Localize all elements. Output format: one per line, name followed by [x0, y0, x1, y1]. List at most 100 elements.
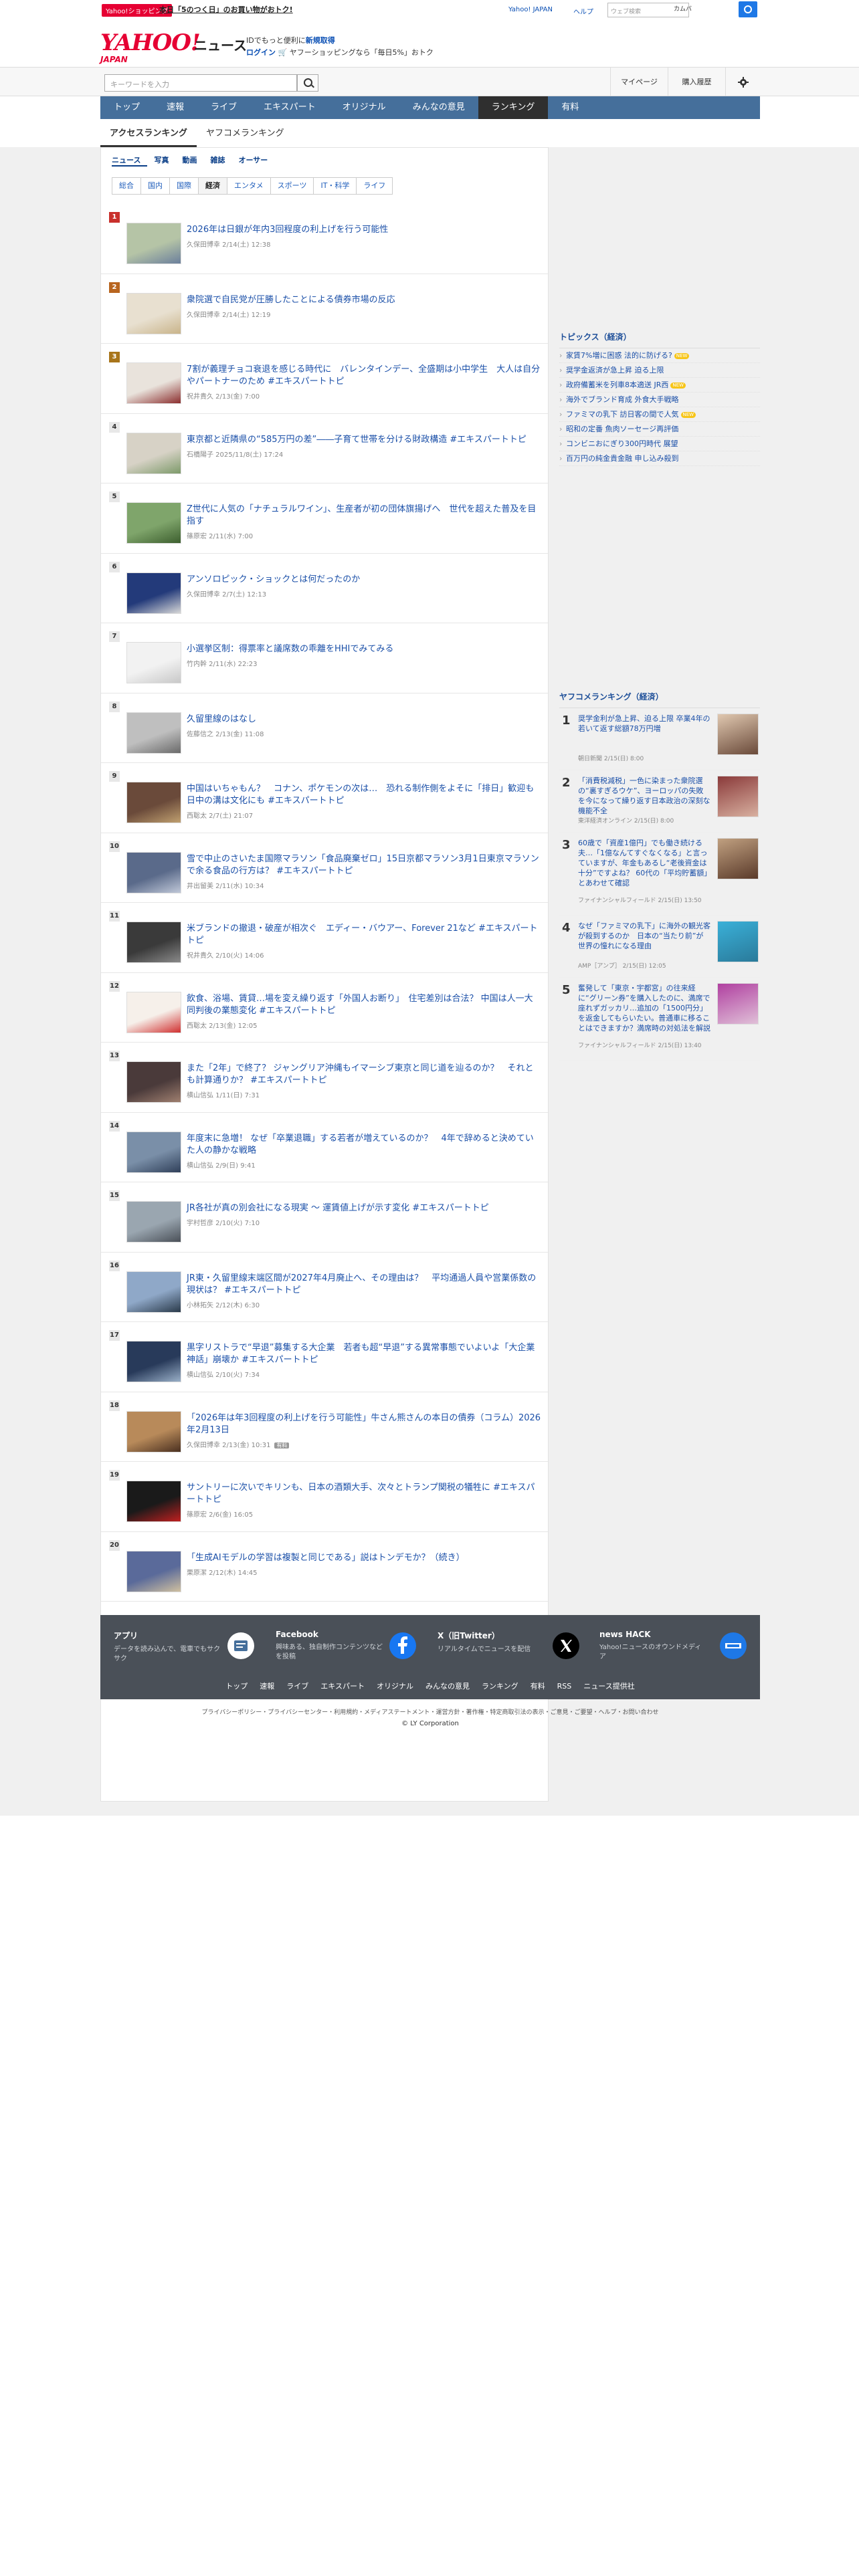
article-thumbnail[interactable] — [126, 1410, 181, 1453]
footer-link[interactable]: オリジナル — [377, 1682, 413, 1691]
genre-domestic[interactable]: 国内 — [140, 177, 170, 195]
ranking-item[interactable]: 5 Z世代に人気の「ナチュラルワイン」、生産者が初の団体旗揚げへ 世代を超えた普及… — [101, 484, 548, 554]
news-section-title[interactable]: ニュース — [194, 35, 247, 54]
web-search-button[interactable] — [739, 1, 757, 17]
ranking-item[interactable]: 9 中国はいちゃもん？ コナン、ポケモンの次は… 恐れる制作側をよそに「排日」歓迎… — [101, 763, 548, 833]
article-title[interactable]: 東京都と近隣県の“585万円の差”――子育て世帯を分ける財政構造 #エキスパート… — [187, 434, 541, 446]
ranking-item[interactable]: 12 飲食、浴場、賃貸…場を変え繰り返す「外国人お断り」 住宅差別は合法？ 中国は… — [101, 973, 548, 1043]
purchase-history-link[interactable]: 購入履歴 — [668, 68, 725, 97]
article-thumbnail[interactable] — [126, 572, 181, 614]
ranking-item[interactable]: 17 黒字リストラで“早退”募集する大企業 若者も超“早退”する異常事態でいよいよ… — [101, 1322, 548, 1392]
article-title[interactable]: JR各社が真の別会社になる現実 〜 運賃値上げが示す変化 #エキスパートトピ — [187, 1202, 541, 1214]
nav-top[interactable]: トップ — [100, 96, 153, 119]
tab-video[interactable]: 動画 — [182, 154, 203, 167]
nav-breaking[interactable]: 速報 — [153, 96, 197, 119]
article-thumbnail[interactable] — [126, 851, 181, 893]
ranking-item[interactable]: 14 年度末に急増！ なぜ「卒業退職」する若者が増えているのか？ 4年で辞めると決… — [101, 1113, 548, 1182]
comment-article-title[interactable]: 60歳で「資産1億円」でも働き続ける夫…「1億なんてすぐなくなる」と言っています… — [578, 838, 710, 888]
footer-link[interactable]: みんなの意見 — [425, 1682, 470, 1691]
nav-paid[interactable]: 有料 — [548, 96, 592, 119]
nav-original[interactable]: オリジナル — [329, 96, 399, 119]
article-title[interactable]: 小選挙区制：得票率と議席数の乖離をHHIでみてみる — [187, 643, 541, 655]
yahoo-logo[interactable]: YAHOO! — [100, 29, 201, 56]
ranking-item[interactable]: 8 久留里線のはなし 佐藤信之 2/13(金) 11:08 — [101, 693, 548, 763]
article-title[interactable]: 7割が義理チョコ衰退を感じる時代に バレンタインデー、全盛期は小中学生 大人は自… — [187, 364, 541, 388]
nav-ranking[interactable]: ランキング — [478, 96, 549, 119]
article-thumbnail[interactable] — [126, 712, 181, 754]
topic-item[interactable]: 昭和の定番 魚肉ソーセージ再評価 — [559, 422, 760, 437]
tab-access-ranking[interactable]: アクセスランキング — [100, 120, 197, 147]
article-title[interactable]: 2026年は日銀が年内3回程度の利上げを行う可能性 — [187, 224, 541, 236]
nav-live[interactable]: ライブ — [197, 96, 250, 119]
article-thumbnail[interactable] — [126, 432, 181, 474]
legal-links[interactable]: プライバシーポリシー・プライバシーセンター・利用規約・メディアステートメント・運… — [100, 1707, 760, 1716]
tab-photo[interactable]: 写真 — [154, 154, 175, 167]
topic-item[interactable]: 政府備蓄米を列車8本適送 JR西NEW — [559, 378, 760, 393]
article-thumbnail[interactable] — [126, 1131, 181, 1173]
footer-link[interactable]: エキスパート — [320, 1682, 365, 1691]
article-thumbnail[interactable] — [126, 1550, 181, 1592]
genre-sports[interactable]: スポーツ — [270, 177, 314, 195]
settings-button[interactable] — [725, 68, 760, 97]
genre-it-science[interactable]: IT・科学 — [313, 177, 357, 195]
article-title[interactable]: 中国はいちゃもん？ コナン、ポケモンの次は… 恐れる制作側をよそに「排日」歓迎も… — [187, 783, 543, 807]
comment-ranking-item[interactable]: 3 60歳で「資産1億円」でも働き続ける夫…「1億なんてすぐなくなる」と言っていま… — [559, 833, 760, 916]
ranking-item[interactable]: 3 7割が義理チョコ衰退を感じる時代に バレンタインデー、全盛期は小中学生 大人は… — [101, 344, 548, 414]
article-title[interactable]: サントリーに次いでキリンも、日本の酒類大手、次々とトランプ関税の犠牲に #エキス… — [187, 1482, 541, 1506]
ranking-item[interactable]: 18 「2026年は年3回程度の利上げを行う可能性」牛さん熊さんの本日の債券（コラ… — [101, 1392, 548, 1462]
tab-magazine[interactable]: 雑誌 — [210, 154, 231, 167]
article-thumbnail[interactable] — [126, 1201, 181, 1243]
article-thumbnail[interactable] — [126, 991, 181, 1033]
comment-article-title[interactable]: 「消費税減税」一色に染まった衆院選の“裏すぎるウケ”、ヨーロッパの失敗を今になっ… — [578, 776, 710, 816]
ranking-item[interactable]: 20 「生成AIモデルの学習は複製と同じである」説はトンデモか？（続き） 栗原潔 2… — [101, 1532, 548, 1602]
topic-item[interactable]: 百万円の純金貴金融 申し込み殺到 — [559, 451, 760, 466]
article-title[interactable]: また「2年」で終了？ ジャングリア沖縄もイマーシブ東京と同じ道を辿るのか？ それ… — [187, 1063, 541, 1087]
article-thumbnail[interactable] — [126, 362, 181, 404]
mypage-link[interactable]: マイページ — [610, 68, 668, 97]
article-title[interactable]: 飲食、浴場、賃貸…場を変え繰り返す「外国人お断り」 住宅差別は合法？ 中国は人一… — [187, 993, 541, 1017]
comment-article-title[interactable]: 奮発して「東京・宇都宮」の往来経に“グリーン券”を購入したのに、満席で座れずガッ… — [578, 983, 710, 1033]
article-title[interactable]: 雪で中止のさいたま国際マラソン「食品廃棄ゼロ」15日京都マラソン3月1日東京マラ… — [187, 853, 541, 877]
topic-item[interactable]: 家賃7%増に困惑 法的に防げる?NEW — [559, 348, 760, 363]
ranking-item[interactable]: 10 雪で中止のさいたま国際マラソン「食品廃棄ゼロ」15日京都マラソン3月1日東京… — [101, 833, 548, 903]
ranking-item[interactable]: 19 サントリーに次いでキリンも、日本の酒類大手、次々とトランプ関税の犠牲に #エ… — [101, 1462, 548, 1532]
article-title[interactable]: 年度末に急増！ なぜ「卒業退職」する若者が増えているのか？ 4年で辞めると決めて… — [187, 1133, 541, 1157]
promo-link[interactable]: 本日「5のつく日」のお買い物がおトク! — [159, 4, 293, 15]
article-thumbnail[interactable] — [126, 1481, 181, 1522]
ranking-item[interactable]: 7 小選挙区制：得票率と議席数の乖離をHHIでみてみる 竹内幹 2/11(水) 22… — [101, 623, 548, 693]
news-search-input[interactable]: キーワードを入力 — [104, 74, 297, 92]
ranking-item[interactable]: 15 JR各社が真の別会社になる現実 〜 運賃値上げが示す変化 #エキスパートトピ… — [101, 1182, 548, 1253]
search-option[interactable]: カムバ — [674, 4, 692, 13]
genre-entertainment[interactable]: エンタメ — [227, 177, 271, 195]
comment-article-thumbnail[interactable] — [717, 776, 759, 817]
comment-ranking-item[interactable]: 1 奨学金利が急上昇、迫る上限 卒業4年の若いて返す総額78万円増 朝日新聞 2/1… — [559, 708, 760, 770]
footer-link[interactable]: RSS — [557, 1682, 572, 1691]
genre-economy[interactable]: 経済 — [198, 177, 227, 195]
ranking-item[interactable]: 11 米ブランドの撤退・破産が相次ぐ エディー・バウアー、Forever 21など… — [101, 903, 548, 973]
comment-article-thumbnail[interactable] — [717, 838, 759, 879]
article-thumbnail[interactable] — [126, 223, 181, 264]
footer-link[interactable]: 速報 — [260, 1682, 274, 1691]
article-title[interactable]: 米ブランドの撤退・破産が相次ぐ エディー・バウアー、Forever 21など #… — [187, 923, 541, 947]
topic-item[interactable]: コンビニおにぎり300円時代 展望 — [559, 437, 760, 451]
article-thumbnail[interactable] — [126, 292, 181, 334]
nav-opinion[interactable]: みんなの意見 — [399, 96, 478, 119]
ranking-item[interactable]: 1 2026年は日銀が年内3回程度の利上げを行う可能性 久保田博幸 2/14(土) … — [101, 204, 548, 274]
comment-ranking-item[interactable]: 5 奮発して「東京・宇都宮」の往来経に“グリーン券”を購入したのに、満席で座れずガ… — [559, 978, 760, 1061]
tab-comment-ranking[interactable]: ヤフコメランキング — [197, 120, 294, 147]
comment-article-title[interactable]: 奨学金利が急上昇、迫る上限 卒業4年の若いて返す総額78万円増 — [578, 714, 710, 734]
article-title[interactable]: 久留里線のはなし — [187, 714, 541, 726]
article-thumbnail[interactable] — [126, 922, 181, 963]
yahoo-japan-link[interactable]: Yahoo! JAPAN — [508, 6, 553, 13]
article-title[interactable]: 「生成AIモデルの学習は複製と同じである」説はトンデモか？（続き） — [187, 1552, 541, 1564]
article-title[interactable]: 「2026年は年3回程度の利上げを行う可能性」牛さん熊さんの本日の債券（コラム）… — [187, 1412, 541, 1436]
tab-author[interactable]: オーサー — [238, 154, 274, 167]
help-link[interactable]: ヘルプ — [573, 6, 593, 16]
tab-news[interactable]: ニュース — [112, 154, 148, 167]
article-title[interactable]: Z世代に人気の「ナチュラルワイン」、生産者が初の団体旗揚げへ 世代を超えた普及を… — [187, 504, 541, 528]
article-title[interactable]: 黒字リストラで“早退”募集する大企業 若者も超“早退”する異常事態でいよいよ「大… — [187, 1342, 541, 1366]
genre-all[interactable]: 総合 — [112, 177, 141, 195]
ranking-item[interactable]: 13 また「2年」で終了？ ジャングリア沖縄もイマーシブ東京と同じ道を辿るのか？ … — [101, 1043, 548, 1113]
login-link[interactable]: ログイン — [246, 48, 276, 57]
footer-link[interactable]: トップ — [225, 1682, 248, 1691]
